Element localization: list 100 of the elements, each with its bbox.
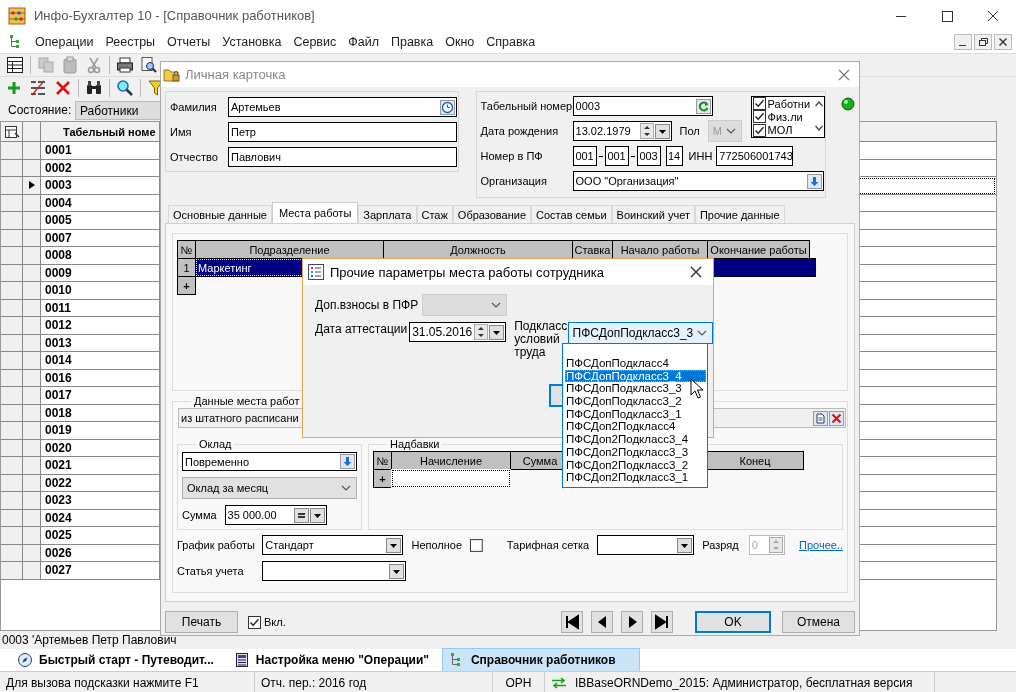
list-option[interactable]: ПФСДопПодкласс3_1 [565, 407, 706, 421]
schedule-field[interactable]: Стандарт [262, 535, 404, 555]
text-field[interactable]: 14 [665, 146, 683, 166]
close-icon[interactable] [689, 265, 703, 279]
text-field[interactable]: Артемьев [228, 97, 457, 117]
account-field[interactable] [262, 561, 406, 581]
dropdown-icon[interactable] [389, 563, 404, 579]
tariff-field[interactable] [597, 535, 695, 555]
field-label: ИНН [688, 150, 713, 162]
menu-item[interactable]: Окно [440, 35, 480, 49]
scissors-icon[interactable] [85, 56, 103, 74]
dropdown-icon[interactable] [309, 507, 325, 523]
clipboard-icon[interactable] [61, 56, 79, 74]
checkbox[interactable] [248, 615, 261, 629]
dropdown-icon[interactable] [489, 324, 505, 340]
more-link[interactable]: Прочее.. [799, 539, 843, 551]
first-record-icon[interactable] [561, 611, 583, 633]
tab[interactable]: Воинский учет [611, 205, 695, 223]
date-field[interactable]: 31.05.2016 [409, 322, 507, 342]
organization-field[interactable]: ООО "Организация" [572, 171, 824, 191]
arrow-down-icon[interactable] [340, 454, 355, 470]
text-field[interactable]: 0003 [572, 96, 713, 116]
menu-item[interactable]: Установка [217, 35, 287, 49]
preview-icon[interactable] [140, 56, 158, 74]
menu-item[interactable]: Реестры [100, 35, 161, 49]
checkbox[interactable] [752, 97, 766, 111]
folder-lock-icon [163, 66, 181, 83]
search-icon[interactable] [116, 79, 134, 97]
menu-item[interactable]: Отчеты [162, 35, 216, 49]
last-record-icon[interactable] [651, 611, 673, 633]
menu-item[interactable]: Операции [30, 35, 99, 49]
printer-icon[interactable] [116, 56, 134, 74]
tab[interactable]: Зарплата [358, 205, 417, 223]
tab[interactable]: Основные данные [168, 205, 272, 223]
menu-item[interactable]: Правка [385, 35, 439, 49]
checkbox-label: Работни [767, 97, 811, 110]
clock-icon[interactable] [440, 99, 455, 115]
list-option[interactable]: ПФСДоп2Подкласс3_1 [565, 471, 706, 484]
salary-type-dropdown[interactable]: Оклад за месяц [182, 477, 357, 499]
row-header-cell [1, 282, 23, 300]
close-icon[interactable] [994, 34, 1012, 50]
refresh-icon[interactable] [695, 98, 711, 114]
table-icon[interactable] [6, 56, 24, 74]
clear-icon[interactable] [829, 410, 844, 426]
menu-item[interactable]: Справка [481, 35, 541, 49]
menu-item[interactable]: Файл [343, 35, 384, 49]
print-button[interactable]: Печать [165, 611, 238, 633]
pay-mode-field[interactable]: Повременно [182, 452, 357, 472]
table-cell[interactable] [391, 469, 511, 488]
date-field[interactable]: 13.02.1979 [572, 121, 672, 141]
checkbox[interactable] [752, 110, 766, 124]
dropdown-icon[interactable] [654, 123, 670, 139]
text-field[interactable]: 003 [636, 146, 661, 166]
restore-icon[interactable] [974, 34, 992, 50]
document-icon[interactable] [813, 410, 828, 426]
subclass-dropdown[interactable]: ПФСДопПодкласс3_3 [567, 322, 713, 344]
task-button[interactable]: Справочник работников [441, 648, 640, 672]
dropdown-icon[interactable] [386, 537, 402, 553]
task-button[interactable]: Быстрый старт - Путеводит... [10, 648, 221, 672]
tab[interactable]: Места работы [271, 202, 359, 223]
list-option[interactable]: ПФСДоп2Подкласс4 [565, 420, 706, 434]
text-field[interactable]: 772506001743 [716, 146, 794, 166]
minimize-icon[interactable] [954, 34, 972, 50]
tab[interactable]: Состав семьи [531, 205, 612, 223]
tab[interactable]: Образование [452, 205, 532, 223]
plus-icon[interactable] [6, 80, 22, 96]
text-field[interactable]: Павлович [228, 147, 457, 167]
previous-record-icon[interactable] [591, 611, 613, 633]
checkbox[interactable] [752, 123, 766, 137]
next-record-icon[interactable] [621, 611, 643, 633]
list-option[interactable]: ПФСДопПодкласс3_2 [565, 395, 706, 408]
equals-icon[interactable] [293, 507, 309, 523]
row-indicator[interactable] [23, 177, 41, 195]
list-option[interactable]: ПФСДопПодкласс3_4 [565, 369, 706, 383]
column-header[interactable]: Табельный номе [41, 122, 160, 142]
delete-icon[interactable] [54, 79, 72, 97]
list-option[interactable]: ПФСДоп2Подкласс3_4 [565, 433, 706, 446]
dropdown-icon[interactable] [677, 537, 693, 553]
ok-button[interactable]: OK [695, 611, 771, 633]
column-header[interactable]: Конец [706, 451, 804, 470]
checkbox[interactable] [470, 538, 483, 552]
text-field[interactable]: Петр [228, 122, 457, 142]
tab[interactable]: Прочие данные [694, 205, 785, 223]
arrow-down-icon[interactable] [806, 173, 822, 189]
cancel-button[interactable]: Отмена [782, 611, 855, 633]
text-field[interactable]: 001 [604, 146, 629, 166]
task-button[interactable]: Настройка меню "Операции" [226, 648, 436, 672]
list-option[interactable]: ПФСДопПодкласс3_3 [565, 382, 706, 396]
add-row-button[interactable]: + [177, 276, 196, 295]
binoculars-icon[interactable] [85, 79, 103, 97]
sort-icon[interactable] [28, 79, 48, 97]
row-header-cell [1, 457, 23, 475]
spinner-icon[interactable] [639, 123, 654, 139]
list-option[interactable]: ПФСДопПодкласс4 [565, 357, 706, 370]
spinner-icon[interactable] [474, 324, 489, 340]
text-field[interactable]: 001 [572, 146, 597, 166]
amount-field[interactable]: 35 000.00 [224, 505, 327, 525]
menu-item[interactable]: Сервис [288, 35, 342, 49]
tab[interactable]: Стаж [416, 205, 453, 223]
list-icon [308, 264, 324, 280]
